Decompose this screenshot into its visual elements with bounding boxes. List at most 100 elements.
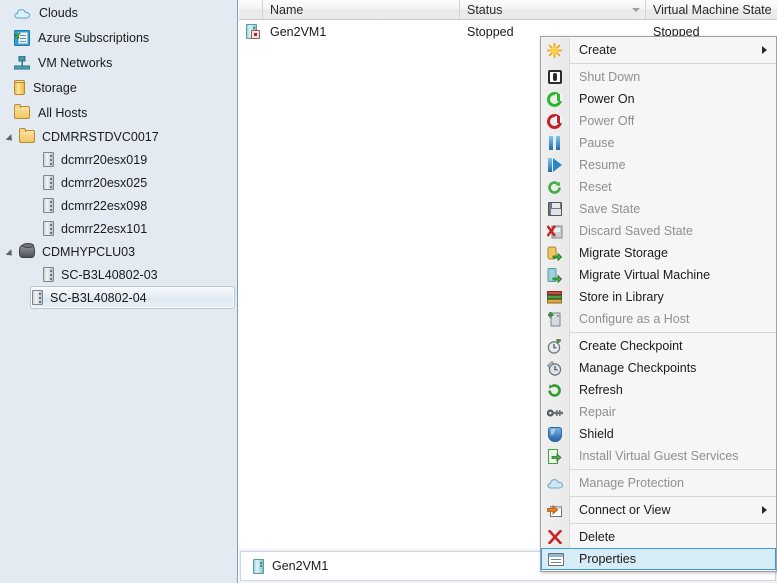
menu-item-label: Shield	[579, 427, 614, 441]
menu-item-label: Repair	[579, 405, 616, 419]
host-icon	[43, 175, 54, 190]
menu-icon-wrap	[545, 69, 564, 85]
tree-item-label: SC-B3L40802-03	[61, 267, 158, 282]
expander-triangle-icon[interactable]	[6, 246, 18, 258]
menu-item-power-off: Power Off	[541, 110, 776, 132]
menu-item-shut-down: Shut Down	[541, 66, 776, 88]
storage-icon	[14, 80, 25, 95]
host-icon	[32, 290, 43, 305]
host-tree: CDMRRSTDVC0017 dcmrr20esx019 dcmrr20esx025…	[0, 125, 237, 309]
tree-item-label: CDMHYPCLU03	[42, 244, 136, 259]
menu-separator	[570, 332, 776, 333]
reset-icon	[547, 180, 562, 195]
save-state-icon	[547, 202, 562, 216]
column-header-vm-state-label: Virtual Machine State	[653, 2, 772, 17]
menu-item-migrate-storage[interactable]: Migrate Storage	[541, 242, 776, 264]
column-header-vm-state[interactable]: Virtual Machine State	[646, 0, 776, 19]
menu-item-store-in-library[interactable]: Store in Library	[541, 286, 776, 308]
cloud-icon	[14, 7, 31, 19]
menu-item-label: Create Checkpoint	[579, 339, 683, 353]
menu-item-create[interactable]: Create	[541, 39, 776, 61]
menu-icon-wrap	[545, 201, 564, 217]
menu-item-discard-saved-state: Discard Saved State	[541, 220, 776, 242]
vm-status-icon-cell	[239, 24, 263, 39]
menu-icon-wrap	[545, 157, 564, 173]
menu-item-connect-or-view[interactable]: Connect or View	[541, 499, 776, 521]
menu-item-power-on[interactable]: Power On	[541, 88, 776, 110]
column-header-name[interactable]: Name	[263, 0, 460, 19]
menu-icon-wrap	[546, 551, 565, 567]
menu-icon-wrap	[545, 223, 564, 239]
repair-icon	[546, 407, 563, 417]
menu-item-label: Shut Down	[579, 70, 641, 84]
column-header-status[interactable]: Status	[460, 0, 646, 19]
tree-item-cdmhypclu03[interactable]: CDMHYPCLU03	[0, 240, 237, 263]
menu-item-configure-as-a-host: Configure as a Host	[541, 308, 776, 330]
chevron-down-icon[interactable]	[632, 7, 640, 12]
menu-item-label: Manage Protection	[579, 476, 684, 490]
connect-or-view-icon	[546, 503, 563, 517]
tree-item-cdmrrstdvc0017[interactable]: CDMRRSTDVC0017	[0, 125, 237, 148]
menu-item-properties[interactable]: Properties	[541, 548, 776, 570]
manage-protection-icon	[546, 477, 563, 489]
azure-subscriptions-icon	[14, 29, 30, 46]
sidebar-item-storage[interactable]: Storage	[0, 75, 237, 100]
delete-icon	[547, 529, 562, 545]
power-on-icon	[547, 91, 562, 107]
menu-icon-wrap	[545, 337, 564, 354]
submenu-arrow-icon[interactable]	[762, 506, 767, 514]
menu-icon-wrap	[545, 475, 564, 491]
menu-item-label: Properties	[579, 552, 636, 566]
tree-item-dcmrr20esx025[interactable]: dcmrr20esx025	[0, 171, 237, 194]
menu-item-migrate-virtual-machine[interactable]: Migrate Virtual Machine	[541, 264, 776, 286]
folder-icon	[19, 128, 35, 143]
menu-item-label: Migrate Virtual Machine	[579, 268, 711, 282]
tree-item-label: dcmrr22esx098	[61, 198, 148, 213]
menu-item-reset: Reset	[541, 176, 776, 198]
vm-networks-icon	[13, 55, 31, 70]
menu-icon-wrap	[545, 113, 564, 129]
shut-down-icon	[547, 70, 562, 84]
refresh-icon	[547, 383, 562, 398]
menu-icon-wrap	[545, 529, 564, 545]
tree-item-dcmrr20esx019[interactable]: dcmrr20esx019	[0, 148, 237, 171]
host-icon	[43, 267, 54, 282]
menu-separator	[570, 496, 776, 497]
tree-item-sc-b3l40802-04[interactable]: SC-B3L40802-04	[30, 286, 235, 309]
menu-item-manage-protection: Manage Protection	[541, 472, 776, 494]
menu-item-label: Create	[579, 43, 617, 57]
sidebar-item-clouds[interactable]: Clouds	[0, 0, 237, 25]
sidebar-item-label: All Hosts	[38, 105, 88, 120]
menu-item-label: Refresh	[579, 383, 623, 397]
menu-item-install-virtual-guest-services: Install Virtual Guest Services	[541, 445, 776, 467]
menu-item-label: Power On	[579, 92, 635, 106]
tree-item-dcmrr22esx098[interactable]: dcmrr22esx098	[0, 194, 237, 217]
menu-item-manage-checkpoints[interactable]: Manage Checkpoints	[541, 357, 776, 379]
menu-item-label: Resume	[579, 158, 626, 172]
menu-item-delete[interactable]: Delete	[541, 526, 776, 548]
properties-icon	[547, 552, 564, 566]
host-icon	[43, 198, 54, 213]
submenu-arrow-icon[interactable]	[762, 46, 767, 54]
tree-item-sc-b3l40802-03[interactable]: SC-B3L40802-03	[0, 263, 237, 286]
menu-item-label: Pause	[579, 136, 615, 150]
menu-item-refresh[interactable]: Refresh	[541, 379, 776, 401]
navigation-sidebar: Clouds Azure Subscriptions VM Networks Stor…	[0, 0, 238, 583]
tree-item-label: SC-B3L40802-04	[50, 290, 147, 305]
sidebar-item-vm-networks[interactable]: VM Networks	[0, 50, 237, 75]
menu-item-shield[interactable]: Shield	[541, 423, 776, 445]
tree-item-dcmrr22esx101[interactable]: dcmrr22esx101	[0, 217, 237, 240]
menu-item-label: Reset	[579, 180, 612, 194]
expander-triangle-icon[interactable]	[6, 131, 18, 143]
sidebar-item-all-hosts[interactable]: All Hosts	[0, 100, 237, 125]
menu-icon-wrap	[545, 311, 564, 327]
menu-item-label: Install Virtual Guest Services	[579, 449, 739, 463]
sidebar-item-azure-subscriptions[interactable]: Azure Subscriptions	[0, 25, 237, 50]
folder-icon	[14, 104, 30, 119]
menu-icon-wrap	[545, 267, 564, 283]
menu-item-create-checkpoint[interactable]: Create Checkpoint	[541, 335, 776, 357]
column-header-icon[interactable]	[239, 0, 263, 19]
